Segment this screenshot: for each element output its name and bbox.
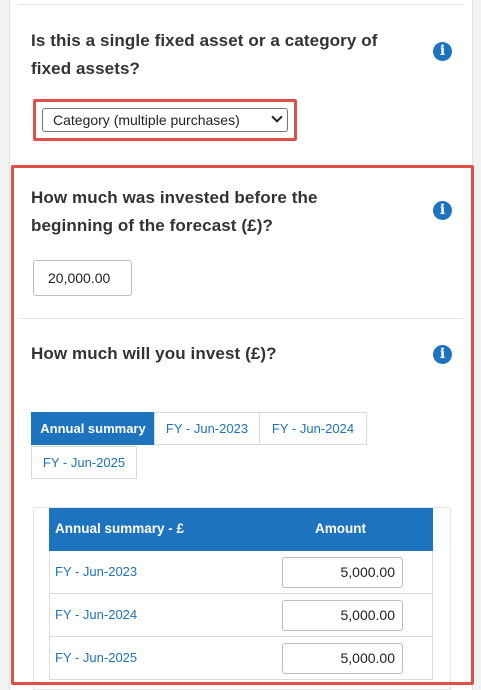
- table-header: Annual summary - £ Amount: [49, 508, 433, 551]
- tab-fy-jun-2025[interactable]: FY - Jun-2025: [31, 446, 137, 479]
- prior-investment-question: How much was invested before the beginni…: [31, 184, 318, 240]
- row-label-fy-jun-2025[interactable]: FY - Jun-2025: [55, 650, 137, 665]
- amount-input-fy-jun-2024[interactable]: 5,000.00: [282, 600, 403, 631]
- column-header-amount: Amount: [315, 521, 366, 536]
- prior-investment-value: 20,000.00: [48, 270, 111, 286]
- row-label-fy-jun-2023[interactable]: FY - Jun-2023: [55, 564, 137, 579]
- top-divider: [18, 4, 464, 5]
- table-row: FY - Jun-2025 5,000.00: [49, 637, 433, 680]
- tab-fy-jun-2023[interactable]: FY - Jun-2023: [154, 412, 260, 445]
- section-divider: [19, 318, 463, 319]
- info-icon[interactable]: i: [433, 345, 452, 364]
- chevron-down-icon: [271, 111, 283, 123]
- asset-type-select[interactable]: Category (multiple purchases): [42, 108, 288, 132]
- column-header-summary: Annual summary - £: [55, 521, 185, 536]
- amount-input-fy-jun-2025[interactable]: 5,000.00: [282, 643, 403, 674]
- info-icon[interactable]: i: [433, 201, 452, 220]
- row-label-fy-jun-2024[interactable]: FY - Jun-2024: [55, 607, 137, 622]
- asset-type-select-highlight: Category (multiple purchases): [33, 99, 297, 141]
- summary-table: Annual summary - £ Amount FY - Jun-2023 …: [49, 508, 433, 680]
- asset-type-question-line2: fixed assets?: [31, 59, 141, 78]
- future-investment-question: How much will you invest (£)?: [31, 344, 277, 363]
- tab-annual-summary[interactable]: Annual summary: [31, 412, 155, 445]
- prior-investment-question-line1: How much was invested before the: [31, 188, 318, 207]
- prior-investment-question-line2: beginning of the forecast (£)?: [31, 216, 273, 235]
- asset-type-selected-value: Category (multiple purchases): [53, 112, 240, 128]
- tab-fy-jun-2024[interactable]: FY - Jun-2024: [259, 412, 367, 445]
- info-icon[interactable]: i: [433, 42, 452, 61]
- asset-type-question-line1: Is this a single fixed asset or a catego…: [31, 31, 378, 50]
- amount-input-fy-jun-2023[interactable]: 5,000.00: [282, 557, 403, 588]
- table-row: FY - Jun-2023 5,000.00: [49, 551, 433, 594]
- prior-investment-input[interactable]: 20,000.00: [33, 260, 132, 296]
- asset-type-question: Is this a single fixed asset or a catego…: [31, 27, 378, 83]
- table-row: FY - Jun-2024 5,000.00: [49, 594, 433, 637]
